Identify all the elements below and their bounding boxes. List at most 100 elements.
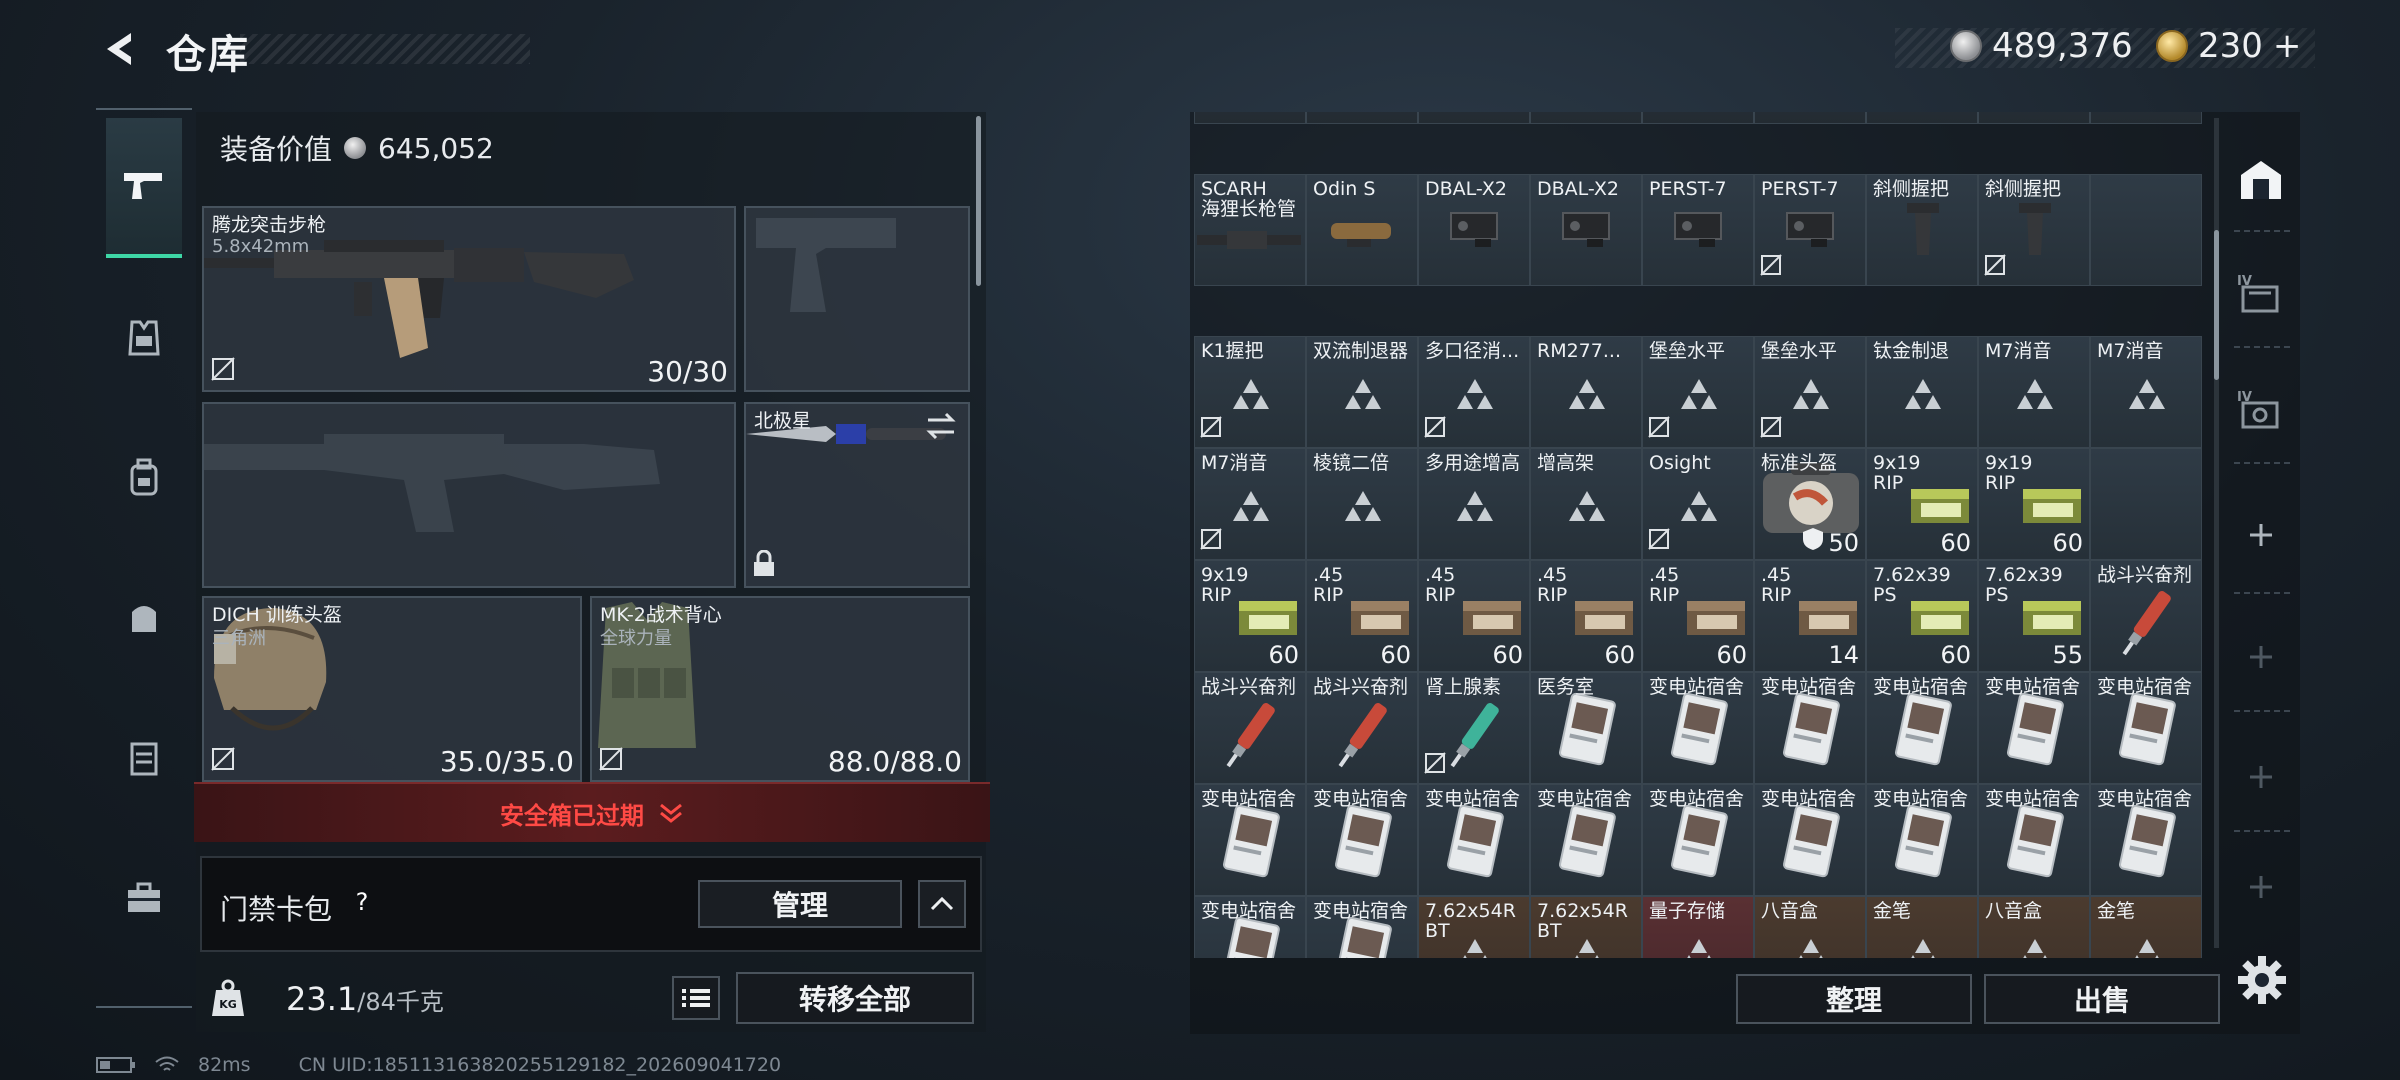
inventory-item-cell[interactable]: 斜侧握把 [1978,174,2090,286]
inventory-cell-partial[interactable] [1978,112,2090,124]
settings-gear-icon[interactable] [2236,954,2288,1006]
inventory-item-cell[interactable]: Odin S [1306,174,1418,286]
inventory-item-cell[interactable]: 金笔 [1866,896,1978,958]
inventory-item-cell[interactable]: .45 RIP 60 [1642,560,1754,672]
inventory-item-cell[interactable]: DBAL-X2 [1530,174,1642,286]
add-gold-icon[interactable]: + [2273,26,2302,66]
inventory-cell-partial[interactable] [1306,112,1418,124]
tab-add-storage-locked[interactable] [2226,742,2296,812]
inventory-item-cell[interactable]: M7消音 [1978,336,2090,448]
inventory-item-cell[interactable]: 战斗兴奋剂 [2090,560,2202,672]
tab-toolbox[interactable] [106,858,182,938]
inventory-item-cell[interactable]: Osight [1642,448,1754,560]
inventory-item-cell[interactable]: .45 RIP 60 [1418,560,1530,672]
inventory-item-cell[interactable]: 变电站宿舍 [1978,672,2090,784]
tab-storage-iv-1[interactable]: IV [2226,258,2296,328]
empty-inventory-cell[interactable] [2090,448,2202,560]
inventory-item-cell[interactable]: M7消音 [1194,448,1306,560]
warehouse-grid-viewport[interactable]: SCARH 海狸长枪管 Odin S DBAL-X2 DBAL-X2 PERST-7 PER… [1194,112,2212,958]
inventory-item-cell[interactable]: 变电站宿舍 [1642,672,1754,784]
tab-weapons[interactable] [106,118,182,258]
sort-button[interactable]: 整理 [1736,974,1972,1024]
inventory-item-cell[interactable]: PERST-7 [1754,174,1866,286]
inventory-item-cell[interactable]: 八音盒 [1978,896,2090,958]
tab-add-storage[interactable] [2226,500,2296,570]
inventory-cell-partial[interactable] [1754,112,1866,124]
equipment-scrollbar[interactable] [976,116,981,286]
inventory-cell-partial[interactable] [1418,112,1530,124]
swap-icon[interactable] [924,412,958,440]
list-view-button[interactable] [672,976,720,1020]
inventory-item-cell[interactable]: 变电站宿舍 [1530,784,1642,896]
armor-slot[interactable]: MK-2战术背心 全球力量 88.0/88.0 [590,596,970,782]
safebox-expired-banner[interactable]: 安全箱已过期 [194,782,990,842]
gold-currency[interactable]: 230 + [2156,26,2301,66]
inventory-item-cell[interactable]: RM277... [1530,336,1642,448]
inventory-item-cell[interactable]: 变电站宿舍 [1754,784,1866,896]
inventory-item-cell[interactable]: 量子存储 [1642,896,1754,958]
inventory-item-cell[interactable]: 7.62x39 PS 60 [1866,560,1978,672]
collapse-button[interactable] [918,880,966,928]
inventory-item-cell[interactable]: 变电站宿舍 [1418,784,1530,896]
inventory-item-cell[interactable]: 多用途增高 [1418,448,1530,560]
inventory-item-cell[interactable]: 增高架 [1530,448,1642,560]
inventory-cell-partial[interactable] [1530,112,1642,124]
tab-armor[interactable] [106,298,182,378]
inventory-item-cell[interactable]: 变电站宿舍 [2090,784,2202,896]
inventory-item-cell[interactable]: DBAL-X2 [1418,174,1530,286]
inventory-item-cell[interactable]: 八音盒 [1754,896,1866,958]
inventory-item-cell[interactable]: 9x19 RIP 60 [1194,560,1306,672]
inventory-item-cell[interactable]: M7消音 [2090,336,2202,448]
tab-storage-iv-2[interactable]: IV [2226,374,2296,444]
tab-backpack[interactable] [106,438,182,518]
tab-pouch[interactable] [106,718,182,798]
inventory-item-cell[interactable]: 多口径消... [1418,336,1530,448]
inventory-item-cell[interactable]: SCARH 海狸长枪管 [1194,174,1306,286]
help-icon[interactable]: ? [348,888,376,916]
inventory-item-cell[interactable]: .45 RIP 60 [1306,560,1418,672]
inventory-item-cell[interactable]: 双流制退器 [1306,336,1418,448]
inventory-item-cell[interactable]: 变电站宿舍 [1306,784,1418,896]
inventory-cell-partial[interactable] [1866,112,1978,124]
inventory-item-cell[interactable]: 战斗兴奋剂 [1194,672,1306,784]
inventory-item-cell[interactable]: 9x19 RIP 60 [1978,448,2090,560]
inventory-item-cell[interactable]: 钛金制退 [1866,336,1978,448]
inventory-cell-partial[interactable] [1194,112,1306,124]
secondary-rifle-slot[interactable] [202,402,736,588]
melee-slot[interactable]: 北极星 [744,402,970,588]
inventory-item-cell[interactable]: 肾上腺素 [1418,672,1530,784]
inventory-item-cell[interactable]: 斜侧握把 [1866,174,1978,286]
inventory-item-cell[interactable]: 变电站宿舍 [1866,672,1978,784]
back-button[interactable] [96,26,146,72]
secondary-weapon-slot[interactable] [744,206,970,392]
inventory-cell-partial[interactable] [2090,112,2202,124]
inventory-item-cell[interactable]: 7.62x54RBT60 [1530,896,1642,958]
inventory-item-cell[interactable]: 标准头盔 50 [1754,448,1866,560]
helmet-slot[interactable]: DICH 训练头盔 三角洲 35.0/35.0 [202,596,582,782]
inventory-item-cell[interactable]: 变电站宿舍 [1194,784,1306,896]
tab-add-storage-locked[interactable] [2226,852,2296,922]
tab-main-storage[interactable] [2226,144,2296,214]
manage-button[interactable]: 管理 [698,880,902,928]
inventory-item-cell[interactable]: 变电站宿舍 [1978,784,2090,896]
inventory-item-cell[interactable]: 医务室 [1530,672,1642,784]
inventory-item-cell[interactable]: PERST-7 [1642,174,1754,286]
inventory-item-cell[interactable]: 7.62x54RBT60 [1418,896,1530,958]
inventory-item-cell[interactable]: 变电站宿舍 [2090,672,2202,784]
inventory-item-cell[interactable]: K1握把 [1194,336,1306,448]
inventory-item-cell[interactable]: 7.62x39 PS 55 [1978,560,2090,672]
empty-inventory-cell[interactable] [2090,174,2202,286]
inventory-item-cell[interactable]: 棱镜二倍 [1306,448,1418,560]
primary-weapon-slot[interactable]: 腾龙突击步枪 5.8x42mm 30/30 [202,206,736,392]
inventory-item-cell[interactable]: 变电站宿舍 [1642,784,1754,896]
tab-add-storage-locked[interactable] [2226,622,2296,692]
inventory-item-cell[interactable]: 变电站宿舍 [1866,784,1978,896]
inventory-item-cell[interactable]: 变电站宿舍 [1306,896,1418,958]
tab-bag[interactable] [106,578,182,658]
warehouse-scrollbar[interactable] [2214,230,2219,380]
inventory-item-cell[interactable]: 变电站宿舍 [1754,672,1866,784]
inventory-item-cell[interactable]: 变电站宿舍 [1194,896,1306,958]
inventory-item-cell[interactable]: 金笔 [2090,896,2202,958]
inventory-item-cell[interactable]: .45 RIP 14 [1754,560,1866,672]
sell-button[interactable]: 出售 [1984,974,2220,1024]
